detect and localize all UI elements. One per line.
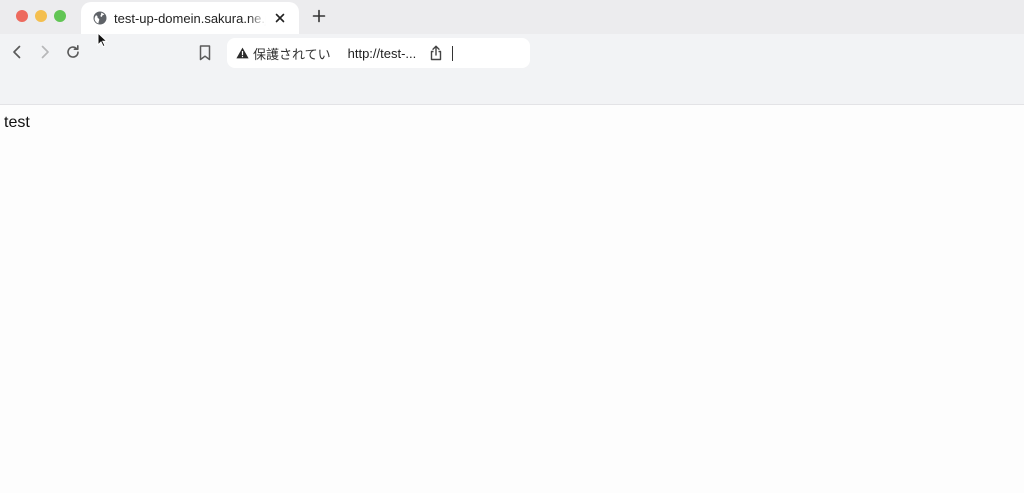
close-icon[interactable]	[274, 12, 286, 24]
page-content: test	[0, 105, 1024, 493]
share-icon[interactable]	[429, 45, 443, 61]
text-caret	[452, 46, 453, 61]
tab-title: test-up-domein.sakura.ne.jp/	[114, 10, 266, 26]
window-close-button[interactable]	[16, 10, 28, 22]
bookmark-icon[interactable]	[197, 44, 213, 62]
plus-icon[interactable]	[311, 8, 327, 24]
chevron-right-icon[interactable]	[37, 44, 53, 60]
browser-tab-active[interactable]: test-up-domein.sakura.ne.jp/	[81, 2, 299, 34]
warning-icon[interactable]	[236, 47, 249, 59]
window-minimize-button[interactable]	[35, 10, 47, 22]
reload-icon[interactable]	[65, 44, 81, 60]
browser-toolbar: 保護されてい http://test-...	[0, 34, 1024, 105]
address-bar[interactable]: 保護されてい http://test-...	[227, 38, 530, 68]
chevron-left-icon[interactable]	[9, 44, 25, 60]
url-text[interactable]: http://test-...	[348, 46, 417, 61]
window-maximize-button[interactable]	[54, 10, 66, 22]
tab-strip: test-up-domein.sakura.ne.jp/	[0, 0, 1024, 34]
mouse-cursor-icon	[97, 31, 109, 48]
security-status-label[interactable]: 保護されてい	[253, 44, 331, 63]
globe-icon	[93, 11, 107, 25]
page-body-text: test	[4, 114, 30, 131]
